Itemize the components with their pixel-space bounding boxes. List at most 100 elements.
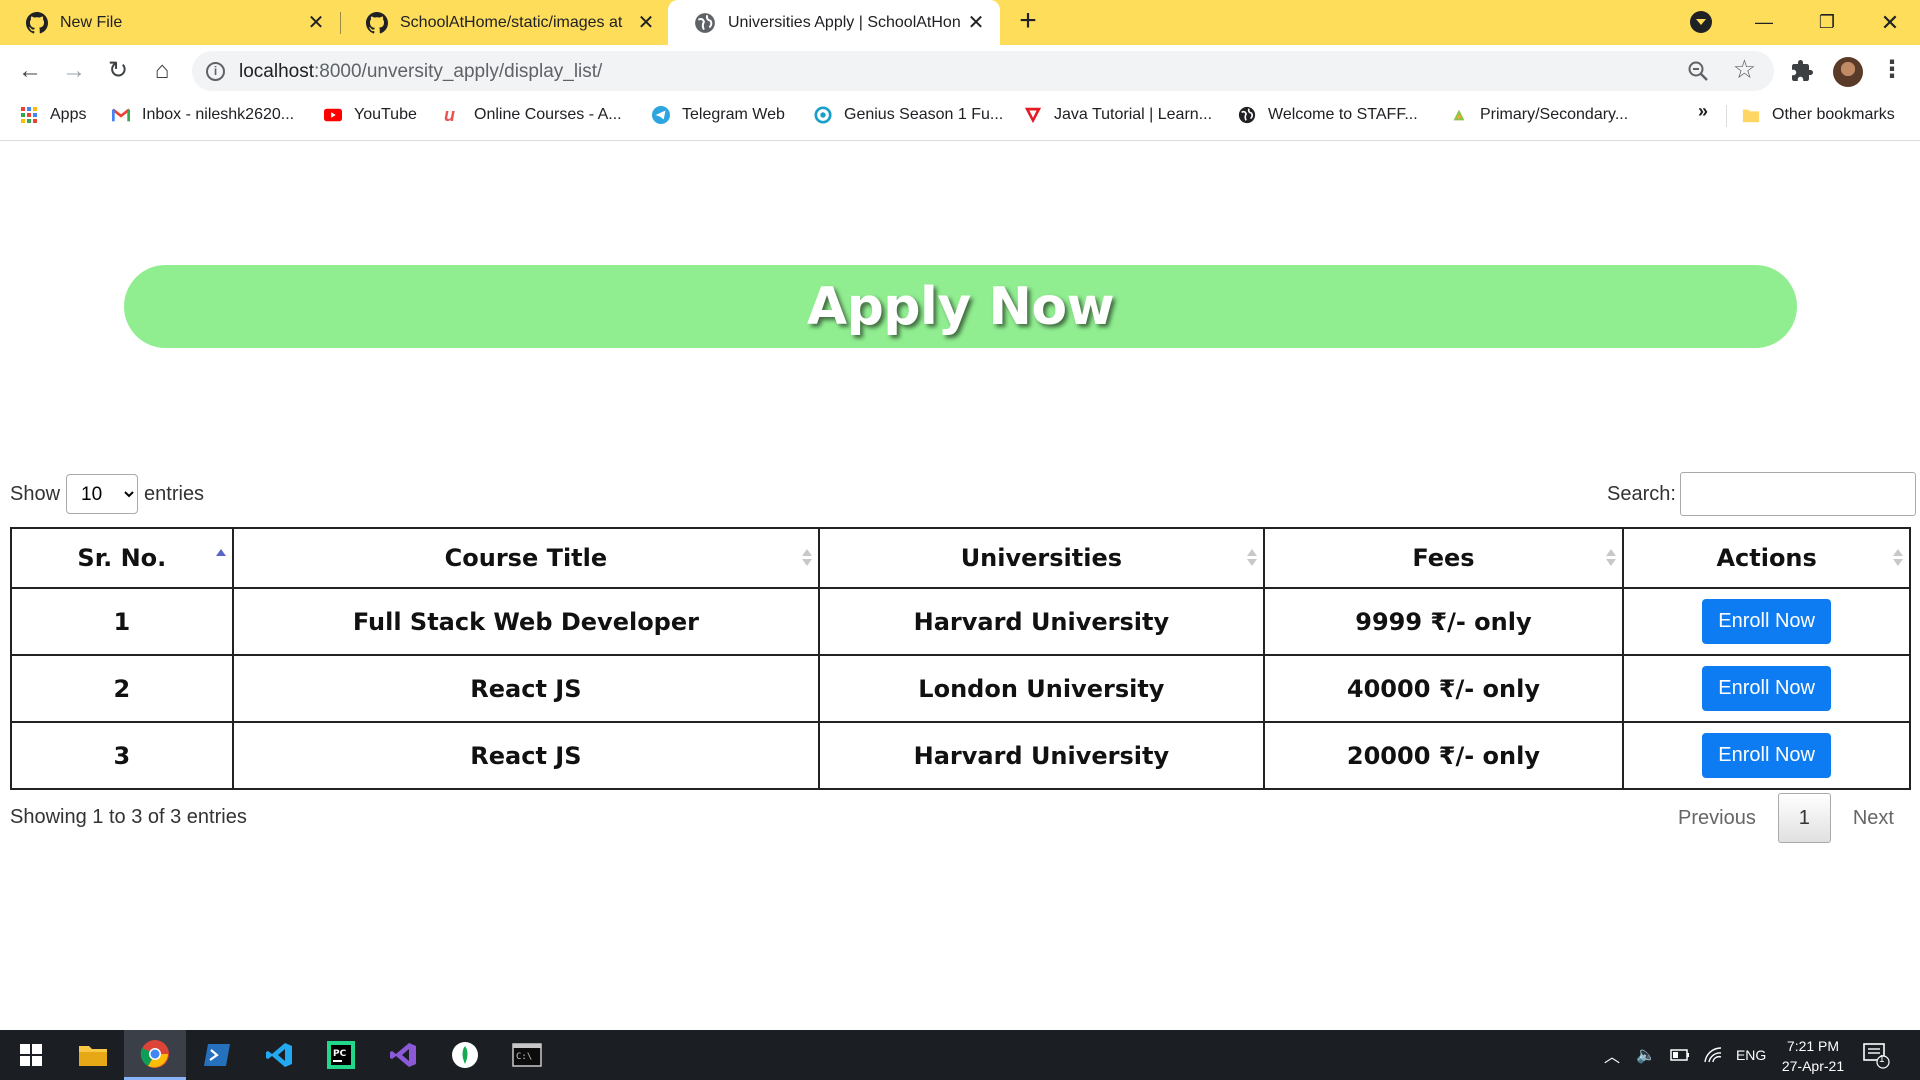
- javatpoint-icon: [1024, 107, 1042, 124]
- browser-menu-icon[interactable]: ⋮: [1880, 55, 1904, 87]
- extensions-puzzle-icon[interactable]: [1790, 59, 1814, 83]
- globe-icon: [695, 12, 715, 33]
- wifi-icon[interactable]: [1704, 1047, 1722, 1063]
- enroll-now-button[interactable]: Enroll Now: [1702, 733, 1831, 778]
- bookmark-primary-secondary[interactable]: Primary/Secondary...: [1450, 97, 1628, 133]
- show-hidden-icons[interactable]: ︿: [1604, 1043, 1620, 1067]
- bookmark-label: Java Tutorial | Learn...: [1054, 106, 1213, 123]
- entries-per-page-select[interactable]: 10: [66, 474, 139, 514]
- bookmark-staff[interactable]: Welcome to STAFF...: [1238, 97, 1418, 133]
- volume-icon[interactable]: 🔈: [1636, 1045, 1656, 1065]
- folder-icon: [1742, 109, 1760, 123]
- tab-search-icon[interactable]: [1690, 11, 1712, 33]
- universities-table: Sr. No. Course Title Universities Fees A…: [10, 527, 1911, 790]
- bookmark-label: YouTube: [354, 106, 417, 123]
- tab-universities-apply[interactable]: Universities Apply | SchoolAtHon ✕: [668, 0, 1000, 45]
- sort-icon: [1606, 547, 1617, 569]
- cell-fees: 20000 ₹/- only: [1262, 721, 1625, 790]
- bookmark-apps[interactable]: Apps: [20, 97, 86, 133]
- table-search: Search:: [1607, 472, 1916, 516]
- column-header-actions[interactable]: Actions: [1622, 527, 1911, 589]
- other-bookmarks[interactable]: Other bookmarks: [1742, 97, 1895, 133]
- bookmark-telegram[interactable]: Telegram Web: [652, 97, 785, 133]
- back-arrow-icon[interactable]: ←: [14, 55, 46, 87]
- cell-actions: Enroll Now: [1622, 721, 1911, 790]
- taskbar-chrome[interactable]: [124, 1030, 186, 1080]
- taskbar-visual-studio[interactable]: [372, 1030, 434, 1080]
- start-button[interactable]: [0, 1030, 62, 1080]
- column-header-fees[interactable]: Fees: [1262, 527, 1625, 589]
- clock-date: 27-Apr-21: [1781, 1058, 1845, 1074]
- taskbar-mongodb-compass[interactable]: [434, 1030, 496, 1080]
- visual-studio-icon: [390, 1043, 416, 1067]
- site-info-icon[interactable]: i: [206, 62, 225, 81]
- column-header-sr-no[interactable]: Sr. No.: [10, 527, 234, 589]
- close-tab-icon[interactable]: ✕: [632, 10, 660, 35]
- bookmark-label: Primary/Secondary...: [1480, 106, 1629, 123]
- previous-page-button[interactable]: Previous: [1660, 807, 1774, 830]
- bookmark-divider: [1726, 105, 1727, 127]
- tab-title: SchoolAtHome/static/images at: [400, 13, 623, 31]
- bookmark-label: Telegram Web: [682, 106, 785, 123]
- entries-length-control: Show 10 entries: [10, 474, 204, 514]
- vscode-icon: [266, 1043, 292, 1067]
- taskbar-vscode[interactable]: [248, 1030, 310, 1080]
- taskbar-pycharm[interactable]: PC: [310, 1030, 372, 1080]
- page-title: Apply Now: [806, 276, 1115, 337]
- cell-course-title: React JS: [231, 721, 821, 790]
- sort-icon: [1893, 547, 1903, 569]
- new-tab-button[interactable]: +: [1012, 6, 1044, 38]
- powershell-icon: [204, 1044, 230, 1066]
- address-bar[interactable]: i localhost:8000/unversity_apply/display…: [192, 51, 1774, 91]
- search-input[interactable]: [1679, 472, 1916, 516]
- forward-arrow-icon[interactable]: →: [58, 55, 90, 87]
- zoom-icon[interactable]: [1686, 59, 1710, 83]
- bookmark-star-icon[interactable]: ☆: [1733, 54, 1756, 85]
- github-icon: [26, 11, 48, 33]
- close-window-button[interactable]: ✕: [1860, 0, 1920, 45]
- bookmark-gmail[interactable]: Inbox - nileshk2620...: [112, 97, 294, 133]
- chrome-icon: [140, 1039, 169, 1068]
- minimize-button[interactable]: —: [1734, 0, 1794, 45]
- pagination: Previous 1 Next: [1660, 793, 1912, 843]
- bookmark-udemy[interactable]: u Online Courses - A...: [444, 97, 622, 133]
- home-icon[interactable]: ⌂: [146, 55, 178, 87]
- svg-text:C:\: C:\: [516, 1052, 532, 1062]
- more-bookmarks-button[interactable]: »: [1698, 101, 1708, 122]
- cell-sr-no: 2: [10, 654, 234, 723]
- bookmark-youtube[interactable]: YouTube: [324, 97, 417, 133]
- action-center-button[interactable]: 1: [1862, 1030, 1890, 1080]
- system-tray: ︿ 🔈 ENG: [1604, 1030, 1766, 1080]
- taskbar-clock[interactable]: 7:21 PM 27-Apr-21: [1768, 1036, 1858, 1076]
- table-row: 2 React JS London University 40000 ₹/- o…: [10, 654, 1911, 723]
- udemy-icon: u: [444, 105, 455, 125]
- browser-toolbar: ← → ↻ ⌂ i localhost:8000/unversity_apply…: [0, 45, 1920, 97]
- bookmark-label: Other bookmarks: [1772, 106, 1895, 123]
- taskbar-powershell[interactable]: [186, 1030, 248, 1080]
- length-prefix: Show: [10, 482, 61, 505]
- github-icon: [366, 11, 388, 33]
- column-header-universities[interactable]: Universities: [818, 527, 1265, 589]
- enroll-now-button[interactable]: Enroll Now: [1702, 666, 1831, 711]
- close-tab-icon[interactable]: ✕: [962, 10, 990, 35]
- youtube-icon: [324, 108, 342, 122]
- next-page-button[interactable]: Next: [1835, 807, 1912, 830]
- tab-new-file[interactable]: New File ✕: [0, 0, 340, 45]
- profile-avatar[interactable]: [1833, 57, 1863, 87]
- restore-button[interactable]: ❐: [1797, 0, 1857, 45]
- battery-icon[interactable]: [1670, 1048, 1690, 1062]
- reload-icon[interactable]: ↻: [102, 55, 134, 87]
- bookmark-genius[interactable]: Genius Season 1 Fu...: [814, 97, 1003, 133]
- taskbar-file-explorer[interactable]: [62, 1030, 124, 1080]
- apply-now-banner: Apply Now: [124, 265, 1797, 348]
- sort-icon: [802, 547, 813, 569]
- bookmark-java-tutorial[interactable]: Java Tutorial | Learn...: [1024, 97, 1212, 133]
- language-indicator[interactable]: ENG: [1736, 1047, 1766, 1063]
- enroll-now-button[interactable]: Enroll Now: [1702, 599, 1831, 644]
- table-info: Showing 1 to 3 of 3 entries: [10, 806, 247, 828]
- page-button-current[interactable]: 1: [1777, 793, 1831, 843]
- close-tab-icon[interactable]: ✕: [302, 10, 330, 35]
- taskbar-terminal[interactable]: C:\: [496, 1030, 558, 1080]
- tab-github-images[interactable]: SchoolAtHome/static/images at ✕: [340, 0, 670, 45]
- column-header-course-title[interactable]: Course Title: [231, 527, 821, 589]
